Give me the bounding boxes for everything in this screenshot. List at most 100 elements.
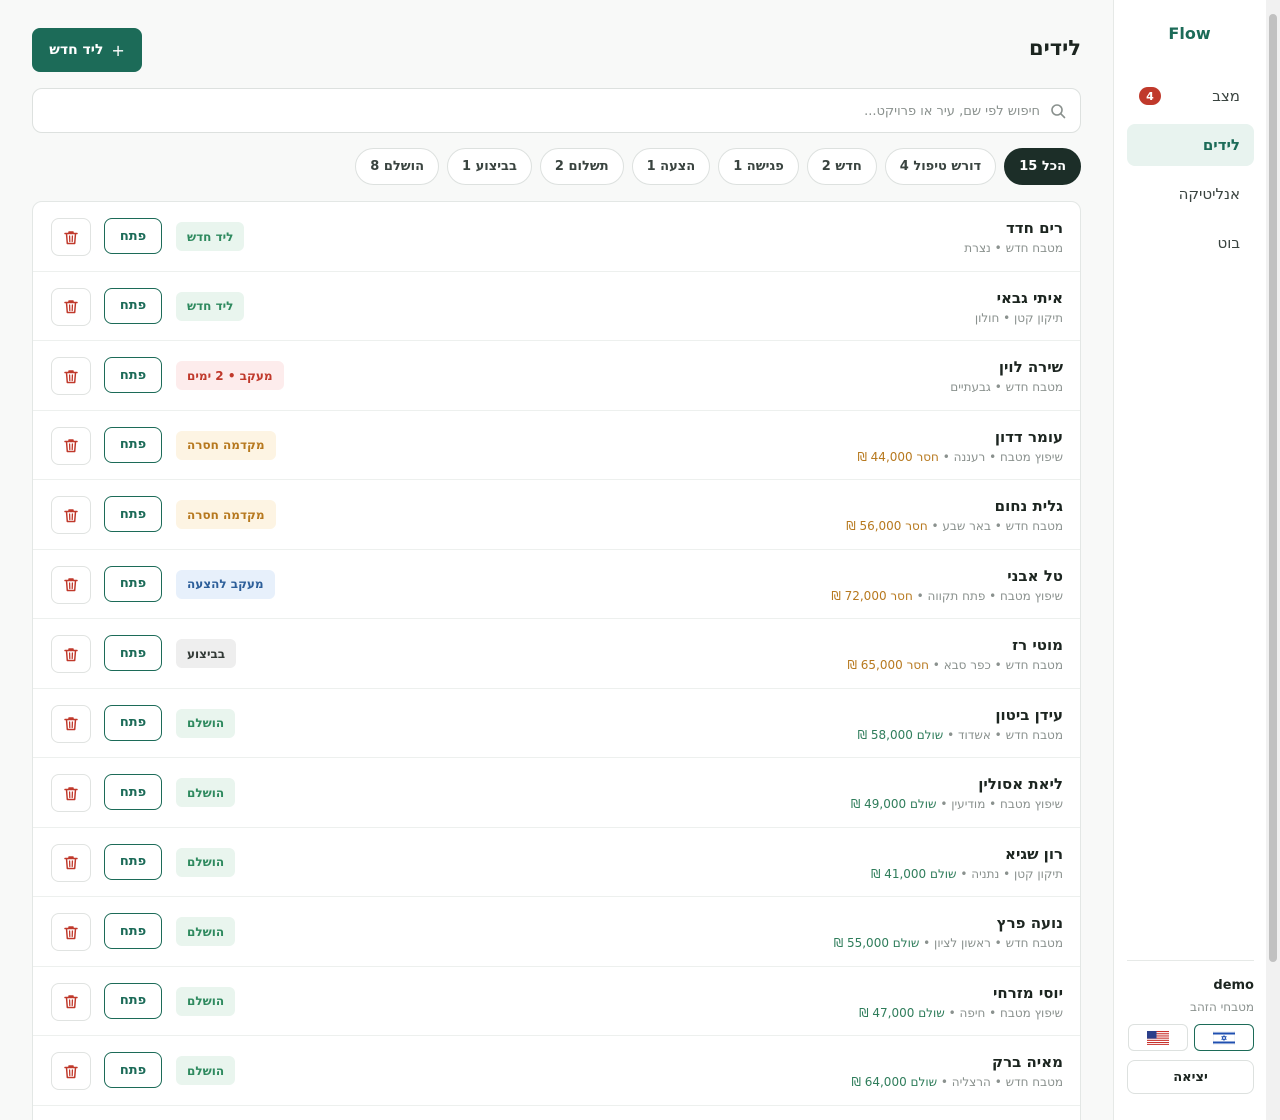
open-lead-button[interactable]: פתח: [104, 1052, 162, 1088]
lead-details: מטבח חדש • גבעתיים: [950, 380, 1063, 394]
lead-name: מוטי רז: [1012, 636, 1063, 654]
lead-project-city: שיפוץ מטבח • מודיעין •: [936, 797, 1063, 811]
open-lead-button[interactable]: פתח: [104, 496, 162, 532]
lead-amount: חסר 65,000 ₪: [847, 658, 929, 672]
lead-row[interactable]: נועה פרץ מטבח חדש • ראשון לציון • שולם 55…: [33, 897, 1080, 967]
delete-lead-button[interactable]: [51, 982, 91, 1021]
sidebar-item-analytics[interactable]: אנליטיקה: [1127, 173, 1254, 215]
us-flag-icon: [1147, 1030, 1169, 1045]
open-lead-button[interactable]: פתח: [104, 357, 162, 393]
filter-chip[interactable]: הושלם 8: [355, 148, 440, 185]
new-lead-label: ליד חדש: [49, 42, 104, 58]
sidebar-item-status[interactable]: מצב 4: [1127, 75, 1254, 117]
open-lead-button[interactable]: פתח: [104, 287, 162, 324]
lead-details: שיפוץ מטבח • רעננה • חסר 44,000 ₪: [857, 450, 1063, 464]
new-lead-button[interactable]: + ליד חדש: [32, 28, 142, 72]
filter-chip[interactable]: בביצוע 1: [447, 148, 532, 185]
lead-name: נועה פרץ: [996, 914, 1063, 932]
lead-row[interactable]: רון שגיא תיקון קטן • נתניה • שולם 41,000 …: [33, 828, 1080, 897]
filter-chip[interactable]: חדש 2: [806, 148, 877, 185]
open-lead-button[interactable]: פתח: [104, 843, 162, 880]
delete-lead-button[interactable]: [51, 218, 91, 256]
filter-chip[interactable]: פגישה 1: [718, 148, 799, 185]
delete-lead-button[interactable]: [51, 704, 91, 743]
user-panel: demo מטבחי הזהב יציאה: [1127, 960, 1254, 1120]
lang-english-button[interactable]: [1128, 1024, 1188, 1051]
sidebar-item-label: מצב: [1212, 87, 1240, 105]
lead-details: מטבח חדש • הרצליה • שולם 64,000 ₪: [851, 1075, 1063, 1089]
lead-row[interactable]: מוטי רז מטבח חדש • כפר סבא • חסר 65,000 ₪…: [33, 619, 1080, 689]
search-bar: [32, 88, 1081, 133]
trash-icon: [64, 508, 78, 522]
status-badge: מקדמה חסרה: [176, 430, 276, 460]
lead-name: עומר דדון: [994, 427, 1063, 446]
status-badge: הושלם: [176, 917, 236, 946]
open-lead-button[interactable]: פתח: [104, 565, 162, 602]
lead-row[interactable]: איתי גבאי תיקון קטן • חולון ליד חדש פתח: [33, 272, 1080, 341]
open-lead-button[interactable]: פתח: [104, 218, 162, 254]
filter-chip[interactable]: תשלום 2: [539, 148, 624, 185]
sidebar-item-leads[interactable]: לידים: [1127, 124, 1254, 166]
plus-icon: +: [111, 40, 125, 60]
lead-row[interactable]: מאיה ברק מטבח חדש • הרצליה • שולם 64,000 …: [33, 1036, 1080, 1106]
delete-lead-button[interactable]: [51, 426, 91, 465]
status-badge: מעקב • 2 ימים: [176, 361, 284, 390]
brand-logo[interactable]: Flow: [1113, 24, 1266, 43]
search-input[interactable]: [60, 99, 1040, 123]
lead-row[interactable]: שירה לוין מטבח חדש • גבעתיים מעקב • 2 ימים…: [33, 341, 1080, 411]
lead-row[interactable]: גלית נחום מטבח חדש • באר שבע • חסר 56,000…: [33, 480, 1080, 550]
open-lead-button[interactable]: פתח: [104, 774, 162, 810]
lead-row[interactable]: טל אבני שיפוץ מטבח • פתח תקווה • חסר 72,0…: [33, 550, 1080, 619]
delete-lead-button[interactable]: [51, 913, 91, 951]
status-badge: הושלם: [176, 708, 236, 738]
delete-lead-button[interactable]: [51, 287, 91, 326]
open-lead-button[interactable]: פתח: [104, 913, 162, 949]
trash-icon: [64, 1064, 78, 1078]
lead-project-city: מטבח חדש • גבעתיים: [950, 380, 1063, 394]
trash-icon: [64, 856, 78, 870]
lead-project-city: שיפוץ מטבח • רעננה •: [938, 449, 1063, 464]
lead-project-city: שיפוץ מטבח • חיפה •: [944, 1005, 1063, 1020]
open-lead-button[interactable]: פתח: [104, 704, 162, 741]
status-badge: מקדמה חסרה: [176, 500, 276, 529]
open-lead-button[interactable]: פתח: [104, 982, 162, 1019]
trash-icon: [64, 647, 78, 661]
scrollbar-thumb[interactable]: [1269, 14, 1277, 962]
open-lead-button[interactable]: פתח: [104, 635, 162, 671]
lead-details: תיקון קטן • חולון: [975, 311, 1063, 325]
lead-row[interactable]: עומר דדון שיפוץ מטבח • רעננה • חסר 44,000…: [33, 411, 1080, 480]
trash-icon: [64, 300, 78, 314]
delete-lead-button[interactable]: [51, 1052, 91, 1090]
delete-lead-button[interactable]: [51, 357, 91, 395]
lead-row[interactable]: רים חדד מטבח חדש • נצרת ליד חדש פתח: [33, 202, 1080, 272]
lead-amount: שולם 58,000 ₪: [857, 727, 944, 742]
business-name: מטבחי הזהב: [1190, 1000, 1254, 1014]
logout-button[interactable]: יציאה: [1127, 1060, 1254, 1094]
lead-row[interactable]: יוסי מזרחי שיפוץ מטבח • חיפה • שולם 47,00…: [33, 967, 1080, 1036]
page-scrollbar[interactable]: [1266, 0, 1280, 1120]
filter-tabs: הכל 15 דורש טיפול 4 חדש 2 פגישה 1 הצעה 1 תשלו…: [355, 148, 1081, 185]
lead-project-city: שיפוץ מטבח • פתח תקווה •: [912, 588, 1063, 603]
user-name: demo: [1213, 978, 1254, 993]
sidebar-item-bot[interactable]: בוט: [1127, 222, 1254, 264]
delete-lead-button[interactable]: [51, 843, 91, 882]
delete-lead-button[interactable]: [51, 565, 91, 604]
lead-row[interactable]: עידן ביטון מטבח חדש • אשדוד • שולם 58,000…: [33, 689, 1080, 758]
delete-lead-button[interactable]: [51, 635, 91, 673]
filter-chip[interactable]: הכל 15: [1004, 148, 1081, 185]
sidebar-item-label: בוט: [1217, 234, 1241, 252]
lead-project-city: תיקון קטן • נתניה •: [956, 866, 1063, 881]
open-lead-button[interactable]: פתח: [104, 426, 162, 463]
lead-name: ליאת אסולין: [978, 775, 1063, 793]
sidebar-nav: מצב 4 לידים אנליטיקה בוט: [1127, 75, 1254, 271]
lang-hebrew-button[interactable]: [1194, 1024, 1254, 1051]
filter-chip[interactable]: דורש טיפול 4: [884, 148, 997, 185]
lead-name: טל אבני: [1007, 566, 1063, 585]
delete-lead-button[interactable]: [51, 774, 91, 812]
status-badge: הושלם: [176, 847, 236, 877]
lead-details: תיקון קטן • נתניה • שולם 41,000 ₪: [871, 867, 1063, 881]
filter-chip[interactable]: הצעה 1: [631, 148, 711, 185]
delete-lead-button[interactable]: [51, 496, 91, 534]
lead-row[interactable]: ליאת אסולין שיפוץ מטבח • מודיעין • שולם 4…: [33, 758, 1080, 828]
lead-amount: שולם 64,000 ₪: [851, 1075, 938, 1089]
